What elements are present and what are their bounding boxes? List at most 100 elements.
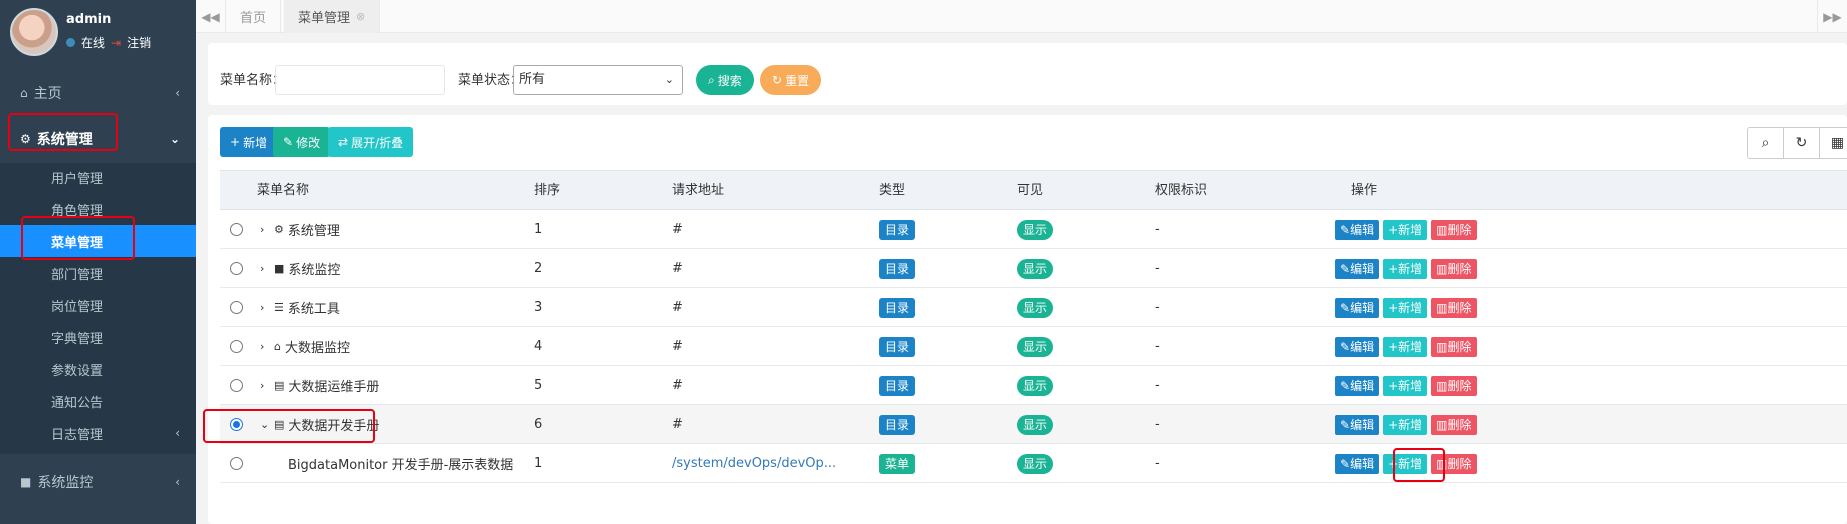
tabs-scroll-right-icon[interactable]: ▶▶ bbox=[1817, 0, 1847, 33]
menu-url: # bbox=[672, 300, 683, 315]
row-add-button[interactable]: + 新增 bbox=[1383, 414, 1428, 435]
nav-item-system-monitor[interactable]: ■ 系统监控 ‹ bbox=[0, 459, 196, 505]
sidebar-item-dictionary[interactable]: 字典管理 bbox=[0, 321, 196, 353]
column-header[interactable]: 权限标识 bbox=[1155, 171, 1207, 211]
row-edit-label: 编辑 bbox=[1350, 262, 1375, 276]
edit-button-label: 修改 bbox=[296, 135, 321, 150]
menu-status-select[interactable]: 所有 ⌄ bbox=[513, 65, 683, 95]
expand-collapse-button[interactable]: ⇄ 展开/折叠 bbox=[328, 127, 414, 157]
table-row[interactable]: › ▤ 大数据运维手册 5 # 目录 显示 - ✎ 编辑 + 新增 ▥ 删除 bbox=[220, 366, 1847, 405]
chevron-right-icon[interactable]: › bbox=[260, 262, 272, 275]
column-header[interactable]: 排序 bbox=[534, 171, 560, 211]
row-radio[interactable] bbox=[230, 223, 243, 236]
row-radio[interactable] bbox=[230, 301, 243, 314]
row-edit-button[interactable]: ✎ 编辑 bbox=[1335, 258, 1380, 279]
trash-icon: ▥ bbox=[1436, 222, 1448, 237]
row-edit-button[interactable]: ✎ 编辑 bbox=[1335, 219, 1380, 240]
row-edit-button[interactable]: ✎ 编辑 bbox=[1335, 336, 1380, 357]
menu-name-input[interactable] bbox=[275, 65, 445, 95]
plus-icon: + bbox=[1388, 339, 1399, 354]
tabs-scroll-left-icon[interactable]: ◀◀ bbox=[196, 0, 226, 33]
column-header[interactable]: 类型 bbox=[879, 171, 905, 211]
row-edit-label: 编辑 bbox=[1350, 379, 1375, 393]
row-delete-button[interactable]: ▥ 删除 bbox=[1431, 219, 1477, 240]
sidebar-item-posts[interactable]: 岗位管理 bbox=[0, 289, 196, 321]
logout-icon[interactable]: ⇥ bbox=[111, 36, 121, 50]
row-delete-button[interactable]: ▥ 删除 bbox=[1431, 414, 1477, 435]
table-body: › ⚙ 系统管理 1 # 目录 显示 - ✎ 编辑 + 新增 ▥ 删除 › ■ 系统监… bbox=[220, 210, 1847, 483]
menu-order: 1 bbox=[534, 456, 543, 471]
content-area: 菜单名称： 菜单状态： 所有 ⌄ ⌕ 搜索 ↻ 重置 + 新增 ✎ 修改 ⇄ 展… bbox=[196, 33, 1847, 524]
row-edit-button[interactable]: ✎ 编辑 bbox=[1335, 453, 1380, 474]
nav-item-label: 系统监控 bbox=[37, 475, 94, 491]
table-row[interactable]: ⌄ ▤ 大数据开发手册 6 # 目录 显示 - ✎ 编辑 + 新增 ▥ 删除 bbox=[220, 405, 1847, 444]
chevron-right-icon[interactable]: › bbox=[260, 223, 272, 236]
table-row[interactable]: › ⚙ 系统管理 1 # 目录 显示 - ✎ 编辑 + 新增 ▥ 删除 bbox=[220, 210, 1847, 249]
row-delete-button[interactable]: ▥ 删除 bbox=[1431, 336, 1477, 357]
table-row[interactable]: › ⌂ 大数据监控 4 # 目录 显示 - ✎ 编辑 + 新增 ▥ 删除 bbox=[220, 327, 1847, 366]
sidebar-item-departments[interactable]: 部门管理 bbox=[0, 257, 196, 289]
edit-button[interactable]: ✎ 修改 bbox=[273, 127, 331, 157]
tab-home[interactable]: 首页 bbox=[226, 0, 282, 33]
row-add-button[interactable]: + 新增 bbox=[1383, 258, 1428, 279]
avatar[interactable] bbox=[10, 8, 58, 56]
table-tools: ⌕ ↻ ▦ bbox=[1747, 127, 1847, 159]
search-button[interactable]: ⌕ 搜索 bbox=[696, 65, 754, 95]
search-toggle-icon[interactable]: ⌕ bbox=[1748, 128, 1784, 158]
table-row[interactable]: BigdataMonitor 开发手册-展示表数据 1 /system/devO… bbox=[220, 444, 1847, 483]
table-row[interactable]: › ■ 系统监控 2 # 目录 显示 - ✎ 编辑 + 新增 ▥ 删除 bbox=[220, 249, 1847, 288]
row-add-button[interactable]: + 新增 bbox=[1383, 375, 1428, 396]
sidebar-item-notices[interactable]: 通知公告 bbox=[0, 385, 196, 417]
submenu-label: 岗位管理 bbox=[51, 299, 104, 315]
row-add-label: 新增 bbox=[1398, 223, 1423, 237]
type-badge: 目录 bbox=[879, 375, 916, 396]
nav-item-home[interactable]: ⌂ 主页 ‹ bbox=[0, 70, 196, 116]
sidebar: admin 在线 ⇥ 注销 ⌂ 主页 ‹ ⚙ 系统管理 ⌄ 用户管理 角色管理 … bbox=[0, 0, 196, 524]
menu-url[interactable]: /system/devOps/devOp... bbox=[672, 444, 836, 483]
logout-link[interactable]: 注销 bbox=[127, 34, 151, 51]
exchange-icon: ⇄ bbox=[338, 135, 349, 149]
edit-icon: ✎ bbox=[1340, 378, 1351, 393]
column-header[interactable]: 请求地址 bbox=[672, 171, 724, 211]
tab-menu-management[interactable]: 菜单管理 ⊗ bbox=[284, 0, 381, 33]
edit-icon: ✎ bbox=[1340, 339, 1351, 354]
chevron-right-icon[interactable]: › bbox=[260, 340, 272, 353]
column-header[interactable]: 操作 bbox=[1351, 171, 1377, 211]
row-add-button[interactable]: + 新增 bbox=[1383, 219, 1428, 240]
close-icon[interactable]: ⊗ bbox=[356, 10, 365, 23]
row-edit-button[interactable]: ✎ 编辑 bbox=[1335, 297, 1380, 318]
column-header[interactable]: 可见 bbox=[1017, 171, 1043, 211]
row-radio[interactable] bbox=[230, 262, 243, 275]
chevron-right-icon[interactable]: › bbox=[260, 379, 272, 392]
sidebar-item-parameters[interactable]: 参数设置 bbox=[0, 353, 196, 385]
columns-icon[interactable]: ▦ bbox=[1820, 128, 1847, 158]
row-radio[interactable] bbox=[230, 457, 243, 470]
permission: - bbox=[1155, 339, 1160, 354]
permission: - bbox=[1155, 378, 1160, 393]
menu-table-panel: + 新增 ✎ 修改 ⇄ 展开/折叠 ⌕ ↻ ▦ 菜单名称 排序 请求地址 类型 … bbox=[203, 115, 1847, 524]
column-header[interactable]: 菜单名称 bbox=[257, 171, 309, 211]
chevron-right-icon[interactable]: › bbox=[260, 301, 272, 314]
visible-badge: 显示 bbox=[1017, 414, 1054, 435]
row-delete-button[interactable]: ▥ 删除 bbox=[1431, 258, 1477, 279]
bank-icon: ⌂ bbox=[274, 340, 281, 353]
row-delete-button[interactable]: ▥ 删除 bbox=[1431, 297, 1477, 318]
row-edit-button[interactable]: ✎ 编辑 bbox=[1335, 414, 1380, 435]
type-badge: 目录 bbox=[879, 258, 916, 279]
row-add-label: 新增 bbox=[1398, 418, 1423, 432]
row-edit-button[interactable]: ✎ 编辑 bbox=[1335, 375, 1380, 396]
add-button[interactable]: + 新增 bbox=[220, 127, 278, 157]
refresh-icon[interactable]: ↻ bbox=[1784, 128, 1820, 158]
submenu-label: 通知公告 bbox=[51, 395, 104, 411]
reset-button[interactable]: ↻ 重置 bbox=[760, 65, 822, 95]
permission: - bbox=[1155, 261, 1160, 276]
table-row[interactable]: › ☰ 系统工具 3 # 目录 显示 - ✎ 编辑 + 新增 ▥ 删除 bbox=[220, 288, 1847, 327]
row-radio[interactable] bbox=[230, 340, 243, 353]
sidebar-item-logs[interactable]: 日志管理 ‹ bbox=[0, 417, 196, 449]
row-radio[interactable] bbox=[230, 379, 243, 392]
row-add-button[interactable]: + 新增 bbox=[1383, 336, 1428, 357]
row-delete-button[interactable]: ▥ 删除 bbox=[1431, 375, 1477, 396]
sidebar-item-users[interactable]: 用户管理 bbox=[0, 161, 196, 193]
trash-icon: ▥ bbox=[1436, 417, 1448, 432]
row-add-button[interactable]: + 新增 bbox=[1383, 297, 1428, 318]
